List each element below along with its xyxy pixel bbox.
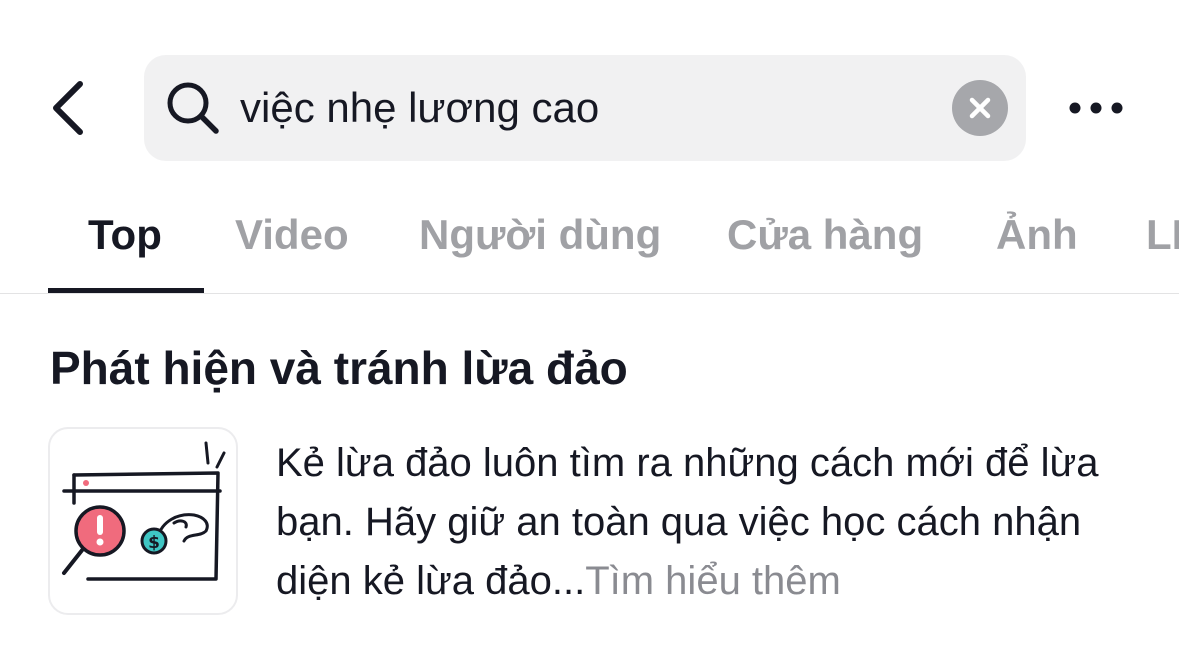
tab-shop[interactable]: Cửa hàng [727,190,923,280]
learn-more-link[interactable]: Tìm hiểu thêm [585,559,841,603]
more-icon [1069,102,1123,114]
tab-photos[interactable]: Ảnh [996,190,1078,280]
close-icon [969,97,991,119]
search-input[interactable] [240,55,930,161]
tab-users[interactable]: Người dùng [419,190,661,280]
chevron-left-icon [53,81,83,135]
tab-top[interactable]: Top [88,190,162,280]
more-options-button[interactable] [1058,82,1134,134]
search-icon [167,82,219,134]
scam-description: Kẻ lừa đảo luôn tìm ra những cách mới để… [276,434,1146,611]
scam-illustration[interactable]: $ [48,427,238,615]
tabs-divider [0,293,1179,294]
scam-alert-icon: $ [62,441,226,581]
tab-live[interactable]: LI [1146,190,1179,280]
scam-section-title: Phát hiện và tránh lừa đảo [50,342,628,394]
search-box[interactable] [144,55,1026,161]
back-button[interactable] [36,68,100,148]
clear-search-button[interactable] [952,80,1008,136]
svg-text:$: $ [148,533,160,553]
search-tabs: Top Video Người dùng Cửa hàng Ảnh LI [0,190,1179,293]
tab-video[interactable]: Video [235,190,349,280]
